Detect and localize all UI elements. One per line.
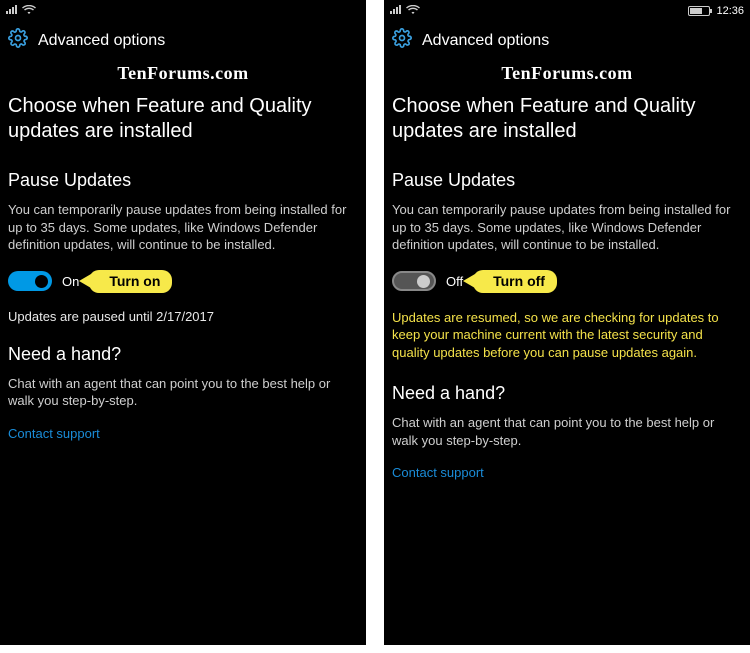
main-heading: Choose when Feature and Quality updates …	[392, 94, 742, 144]
annotation-callout: Turn off	[473, 270, 557, 293]
pause-updates-toggle[interactable]	[392, 271, 436, 291]
watermark: TenForums.com	[384, 57, 750, 94]
cellular-signal-icon	[390, 5, 402, 18]
main-heading: Choose when Feature and Quality updates …	[8, 94, 358, 144]
contact-support-link[interactable]: Contact support	[392, 465, 742, 480]
cellular-signal-icon	[6, 5, 18, 18]
gear-icon	[8, 28, 28, 53]
phone-screenshot-on: Advanced options TenForums.com Choose wh…	[0, 0, 366, 645]
pause-updates-desc: You can temporarily pause updates from b…	[392, 201, 742, 254]
annotation-callout: Turn on	[89, 270, 172, 293]
pause-updates-desc: You can temporarily pause updates from b…	[8, 201, 358, 254]
page-title: Advanced options	[422, 32, 549, 50]
paused-until-text: Updates are paused until 2/17/2017	[8, 309, 358, 324]
pause-updates-heading: Pause Updates	[8, 170, 358, 191]
toggle-state-label: Off	[446, 274, 463, 289]
page-title: Advanced options	[38, 32, 165, 50]
battery-icon	[688, 6, 710, 16]
wifi-icon	[406, 5, 420, 18]
pause-updates-heading: Pause Updates	[392, 170, 742, 191]
contact-support-link[interactable]: Contact support	[8, 426, 358, 441]
page-header: Advanced options	[0, 20, 366, 57]
need-hand-desc: Chat with an agent that can point you to…	[8, 375, 358, 410]
status-bar	[0, 0, 366, 20]
wifi-icon	[22, 5, 36, 18]
resume-note-text: Updates are resumed, so we are checking …	[392, 309, 742, 362]
pause-updates-toggle[interactable]	[8, 271, 52, 291]
status-bar: 12:36	[384, 0, 750, 20]
clock: 12:36	[716, 5, 744, 17]
need-hand-desc: Chat with an agent that can point you to…	[392, 414, 742, 449]
gear-icon	[392, 28, 412, 53]
toggle-state-label: On	[62, 274, 79, 289]
phone-screenshot-off: 12:36 Advanced options TenForums.com Cho…	[384, 0, 750, 645]
need-hand-heading: Need a hand?	[392, 383, 742, 404]
need-hand-heading: Need a hand?	[8, 344, 358, 365]
watermark: TenForums.com	[0, 57, 366, 94]
page-header: Advanced options	[384, 20, 750, 57]
